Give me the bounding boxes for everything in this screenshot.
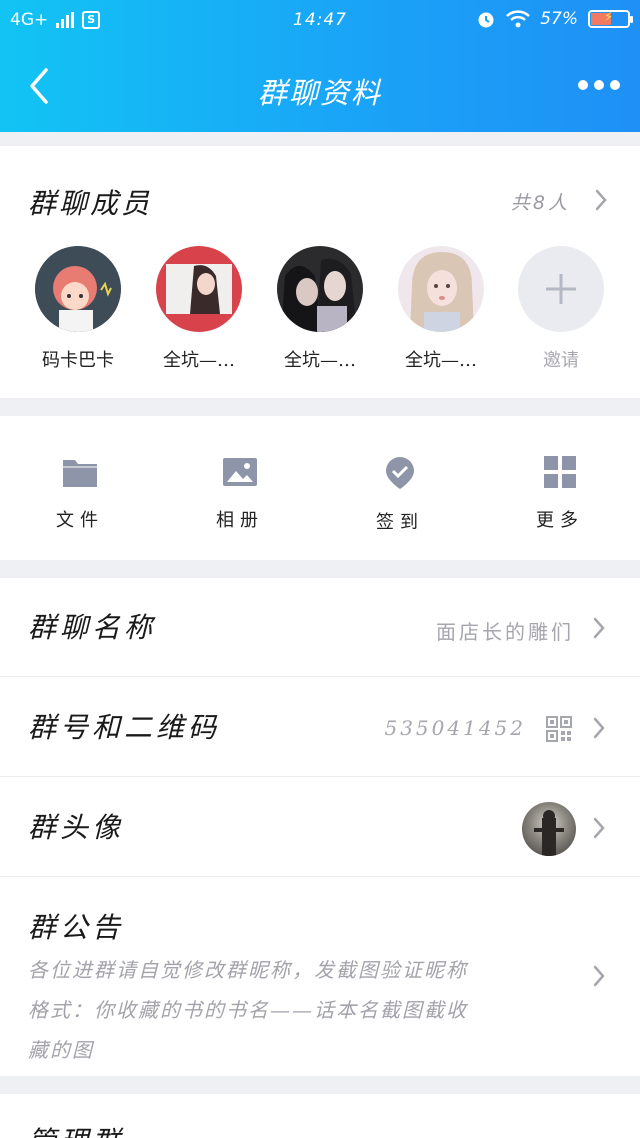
image-icon bbox=[223, 458, 257, 486]
folder-icon bbox=[63, 460, 97, 487]
row-manage[interactable]: 管理群 bbox=[0, 1094, 640, 1138]
feature-album[interactable]: 相册 bbox=[180, 456, 300, 532]
chevron-right-icon bbox=[593, 617, 605, 639]
battery-icon: ⚡ bbox=[588, 10, 633, 28]
row-label: 管理群 bbox=[28, 1120, 124, 1138]
page-title: 群聊资料 bbox=[257, 76, 382, 110]
members-card: 群聊成员 共8人 码卡巴卡 全坑—… 全坑—… 全坑—… 邀请 bbox=[0, 146, 640, 398]
row-group-avatar[interactable]: 群头像 bbox=[0, 778, 640, 877]
avatar bbox=[277, 246, 363, 332]
add-member-icon bbox=[518, 246, 604, 332]
member-item[interactable]: 全坑—… bbox=[386, 246, 496, 372]
group-name-value: 面店长的雕们 bbox=[436, 620, 574, 644]
status-right: 57% ⚡ bbox=[476, 9, 633, 29]
row-label: 群头像 bbox=[28, 811, 125, 844]
member-item[interactable]: 全坑—… bbox=[144, 246, 254, 372]
group-id-value: 535041452 bbox=[384, 716, 526, 740]
location-check-icon bbox=[386, 457, 414, 489]
member-name: 全坑—… bbox=[405, 350, 477, 371]
app-header: 4G+ S 14:47 57% ⚡ 群聊资料 bbox=[0, 0, 640, 132]
alarm-icon bbox=[478, 12, 494, 28]
qr-code-icon bbox=[546, 716, 572, 742]
group-avatar-image bbox=[522, 802, 576, 856]
battery-percent: 57% bbox=[540, 9, 578, 29]
chevron-right-icon bbox=[593, 717, 605, 739]
feature-checkin[interactable]: 签到 bbox=[340, 456, 460, 534]
grid-icon bbox=[544, 456, 576, 488]
invite-button[interactable]: 邀请 bbox=[506, 246, 616, 372]
avatar bbox=[156, 246, 242, 332]
chevron-right-icon bbox=[593, 965, 605, 987]
status-bar: 4G+ S 14:47 57% ⚡ bbox=[0, 0, 640, 44]
avatar bbox=[398, 246, 484, 332]
settings-card: 群聊名称 面店长的雕们 群号和二维码 535041452 群头像 群公告 各位进… bbox=[0, 578, 640, 1076]
manage-card: 管理群 bbox=[0, 1094, 640, 1138]
member-item[interactable]: 码卡巴卡 bbox=[23, 246, 133, 372]
member-count[interactable]: 共8人 bbox=[511, 188, 570, 215]
row-label: 群号和二维码 bbox=[28, 711, 221, 744]
chevron-right-icon bbox=[593, 817, 605, 839]
features-card: 文件 相册 签到 更多 bbox=[0, 416, 640, 560]
more-options-icon[interactable] bbox=[578, 80, 620, 90]
wifi-icon bbox=[506, 10, 531, 28]
notice-text: 各位进群请自觉修改群昵称，发截图验证昵称格式：你收藏的书的书名——话本名截图截收… bbox=[28, 958, 468, 1062]
member-item[interactable]: 全坑—… bbox=[265, 246, 375, 372]
row-group-name[interactable]: 群聊名称 面店长的雕们 bbox=[0, 578, 640, 677]
feature-label: 文件 bbox=[56, 510, 104, 531]
feature-label: 相册 bbox=[216, 510, 264, 531]
member-name: 码卡巴卡 bbox=[42, 350, 114, 371]
row-label: 群公告 bbox=[28, 911, 125, 944]
feature-label: 更多 bbox=[536, 510, 584, 531]
invite-label: 邀请 bbox=[543, 350, 579, 371]
row-notice[interactable]: 群公告 各位进群请自觉修改群昵称，发截图验证昵称格式：你收藏的书的书名——话本名… bbox=[0, 878, 640, 1076]
feature-label: 签到 bbox=[376, 512, 424, 533]
feature-files[interactable]: 文件 bbox=[20, 456, 140, 532]
avatar bbox=[35, 246, 121, 332]
row-label: 群聊名称 bbox=[28, 611, 157, 644]
member-name: 全坑—… bbox=[284, 350, 356, 371]
members-title: 群聊成员 bbox=[28, 187, 153, 220]
member-name: 全坑—… bbox=[163, 350, 235, 371]
feature-more[interactable]: 更多 bbox=[500, 456, 620, 532]
row-group-id[interactable]: 群号和二维码 535041452 bbox=[0, 678, 640, 777]
chevron-right-icon[interactable] bbox=[594, 188, 608, 212]
